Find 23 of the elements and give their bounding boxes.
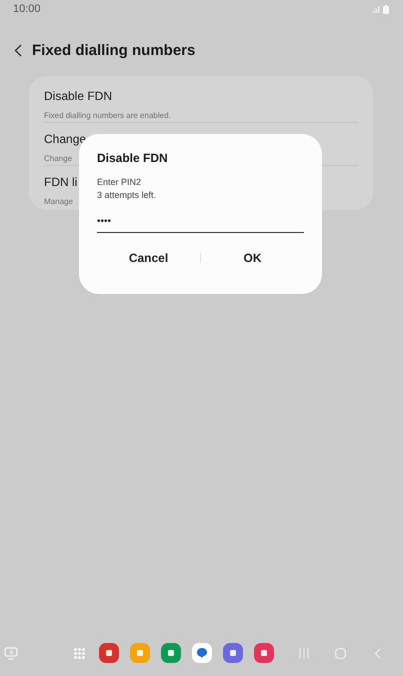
setting-subtitle: Fixed dialling numbers are enabled. bbox=[44, 111, 171, 120]
setting-title[interactable]: Change bbox=[44, 132, 86, 146]
dialog-button[interactable]: Cancel bbox=[97, 245, 200, 271]
back-icon[interactable] bbox=[14, 44, 22, 56]
dialog-title: Disable FDN bbox=[97, 151, 169, 165]
apps-grid-icon[interactable] bbox=[74, 648, 85, 658]
setting-title[interactable]: FDN li bbox=[44, 175, 78, 189]
setting-subtitle: Manage bbox=[44, 197, 73, 206]
setting-subtitle: Change bbox=[44, 154, 72, 163]
app-icon[interactable] bbox=[99, 643, 119, 663]
dialog-button[interactable]: OK bbox=[201, 245, 304, 271]
status-time: 10:00 bbox=[13, 3, 41, 15]
battery-icon bbox=[383, 4, 389, 14]
page-title: Fixed dialling numbers bbox=[32, 42, 196, 58]
app-icon[interactable] bbox=[192, 643, 212, 663]
setting-title[interactable]: Disable FDN bbox=[44, 89, 112, 103]
app-icon[interactable] bbox=[161, 643, 181, 663]
app-icon[interactable] bbox=[254, 643, 274, 663]
app-icon[interactable] bbox=[223, 643, 243, 663]
dialog-message: Enter PIN2 bbox=[97, 176, 142, 189]
pin-field[interactable]: •••• bbox=[97, 214, 304, 233]
signal-icon bbox=[373, 6, 380, 12]
attempts-note: 3 attempts left. bbox=[97, 189, 158, 202]
